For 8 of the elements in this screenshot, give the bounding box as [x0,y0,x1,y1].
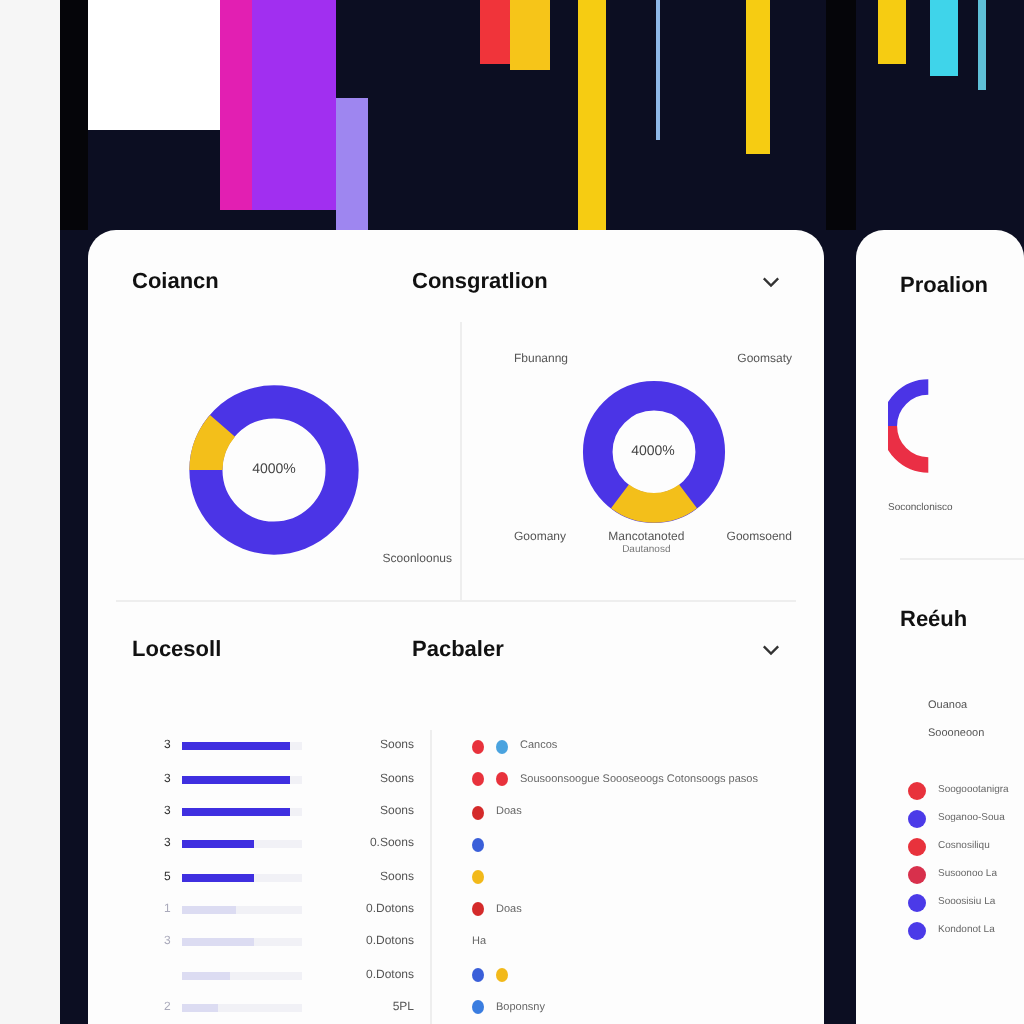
card-title: Proalion [900,274,991,298]
section-title: Reéuh [900,608,970,632]
chevron-down-icon[interactable] [762,276,780,289]
section-subtitle: Pacbaler [412,638,506,663]
section-subtitle: Consgratlion [412,270,550,295]
section-title: Coiancn [132,270,221,295]
section-title: Locesoll [132,638,224,663]
chevron-down-icon[interactable] [762,644,780,657]
